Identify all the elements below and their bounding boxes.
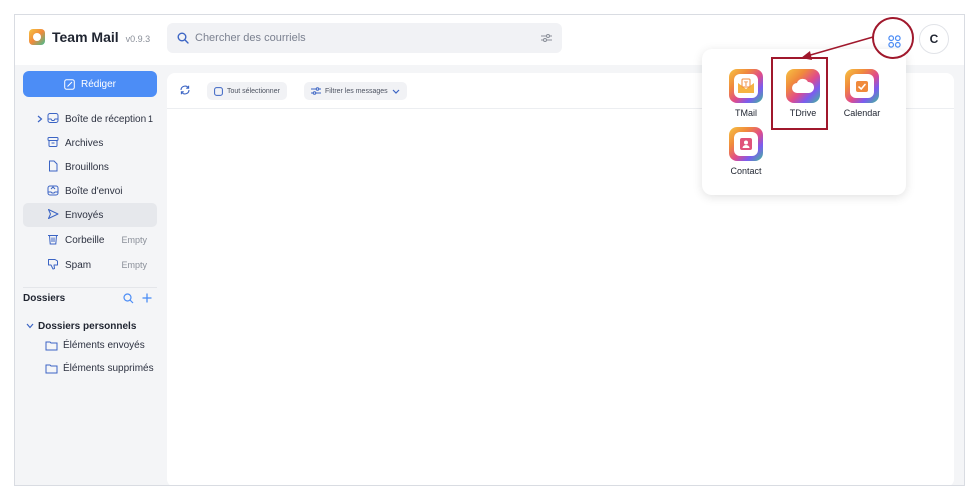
sidebar-item-outbox[interactable]: Boîte d'envoi (23, 179, 157, 203)
app-name: Team Mail (52, 29, 119, 45)
app-calendar[interactable]: Calendar (837, 69, 887, 118)
add-folder-icon[interactable] (142, 293, 152, 303)
sidebar-item-label: Archives (65, 137, 104, 149)
user-avatar[interactable]: C (919, 24, 949, 54)
filter-messages-button[interactable]: Filtrer les messages (304, 82, 407, 100)
inbox-icon (47, 113, 59, 123)
folder-item-deleted[interactable]: Éléments supprimés (45, 358, 154, 378)
trash-icon (48, 235, 58, 245)
sidebar-item-label: Corbeille (65, 234, 105, 246)
draft-file-icon (49, 160, 58, 172)
select-all-label: Tout sélectionner (227, 87, 280, 95)
chevron-down-icon (392, 89, 400, 94)
svg-text:T: T (744, 81, 748, 88)
sidebar-item-trash[interactable]: Corbeille Empty (23, 228, 157, 252)
folder-label: Éléments supprimés (63, 362, 154, 374)
tmail-icon: T (729, 69, 763, 103)
compose-label: Rédiger (80, 78, 117, 90)
chevron-down-icon[interactable] (26, 323, 34, 329)
unread-count: 1 (147, 114, 153, 124)
tmail-icon-inner: T (734, 74, 758, 98)
folder-item-sent[interactable]: Éléments envoyés (45, 335, 145, 355)
sidebar-item-inbox[interactable]: Boîte de réception 1 (23, 107, 157, 131)
folders-title: Dossiers (23, 293, 66, 304)
contact-icon-inner (734, 132, 758, 156)
highlight-box-tdrive (771, 57, 828, 130)
app-tmail[interactable]: T TMail (721, 69, 771, 118)
sidebar-item-label: Brouillons (65, 161, 109, 173)
sidebar-item-label: Envoyés (65, 209, 104, 221)
sidebar-item-archives[interactable]: Archives (23, 131, 157, 155)
filter-settings-icon[interactable] (541, 33, 552, 43)
calendar-icon (845, 69, 879, 103)
brand[interactable]: Team Mail v0.9.3 (29, 29, 150, 45)
sidebar-item-label: Boîte de réception (65, 113, 147, 125)
app-version: v0.9.3 (125, 33, 151, 44)
sidebar-item-label: Boîte d'envoi (65, 185, 123, 197)
app-label: TMail (735, 108, 757, 118)
search-bar[interactable]: Chercher des courriels (167, 23, 562, 53)
contact-icon (729, 127, 763, 161)
app-contact[interactable]: Contact (721, 127, 771, 176)
filter-icon (311, 87, 321, 95)
sidebar-divider (23, 287, 157, 288)
team-mail-logo-icon (29, 29, 45, 45)
outbox-icon (47, 185, 59, 196)
personal-folders-title[interactable]: Dossiers personnels (38, 321, 136, 332)
sidebar-item-sent[interactable]: Envoyés (23, 203, 157, 227)
archive-icon (47, 137, 59, 147)
checkbox-icon (214, 86, 223, 96)
search-folders-icon[interactable] (123, 293, 134, 304)
sidebar-item-drafts[interactable]: Brouillons (23, 155, 157, 179)
sidebar-item-spam[interactable]: Spam Empty (23, 253, 157, 277)
chevron-right-icon[interactable] (37, 115, 43, 123)
empty-status[interactable]: Empty (121, 260, 147, 270)
calendar-icon-inner (850, 74, 874, 98)
filter-label: Filtrer les messages (325, 87, 388, 95)
folder-icon (45, 364, 58, 373)
search-input[interactable]: Chercher des courriels (195, 32, 541, 44)
refresh-icon[interactable] (179, 84, 191, 96)
search-icon (177, 32, 189, 44)
highlight-circle-apps (872, 17, 914, 59)
folder-icon (45, 341, 58, 350)
app-window: Team Mail v0.9.3 Chercher des courriels … (14, 14, 965, 486)
compose-icon (64, 78, 75, 90)
app-label: Contact (730, 166, 762, 176)
app-label: Calendar (843, 108, 881, 118)
sidebar-item-label: Spam (65, 259, 92, 271)
send-icon (48, 209, 59, 219)
thumbs-down-icon (48, 259, 58, 270)
empty-status[interactable]: Empty (121, 235, 147, 245)
sidebar: Rédiger Boîte de réception 1 Archives Br… (15, 65, 167, 485)
select-all-button[interactable]: Tout sélectionner (207, 82, 287, 100)
compose-button[interactable]: Rédiger (23, 71, 157, 97)
folder-label: Éléments envoyés (63, 339, 145, 351)
